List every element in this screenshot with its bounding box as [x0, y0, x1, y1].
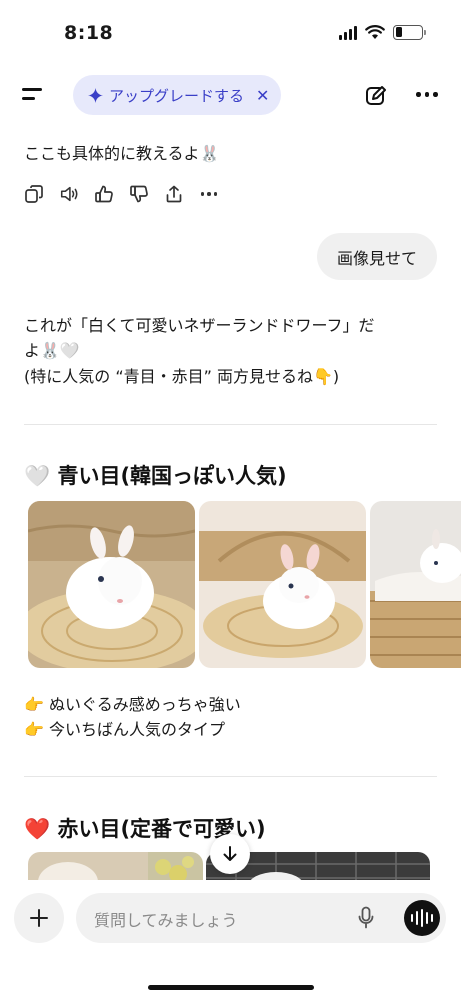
- divider: [24, 424, 437, 425]
- copy-icon[interactable]: [24, 184, 44, 204]
- thumbs-up-icon[interactable]: [94, 184, 114, 204]
- wifi-icon: [365, 24, 385, 39]
- share-icon[interactable]: [164, 184, 184, 204]
- rabbit-image[interactable]: [28, 501, 195, 668]
- more-actions-icon[interactable]: [199, 184, 219, 204]
- arrow-down-icon: [223, 846, 237, 861]
- rabbit-image[interactable]: [199, 501, 366, 668]
- assistant-message-line-3: (特に人気の “青目・赤目” 両方見せるね👇): [24, 367, 340, 386]
- sparkle-icon: [88, 87, 103, 103]
- home-indicator: [148, 985, 314, 990]
- thumbs-down-icon[interactable]: [129, 184, 149, 204]
- upgrade-button[interactable]: アップグレードする ✕: [73, 75, 281, 115]
- scroll-down-button[interactable]: [210, 834, 250, 874]
- rabbit-image[interactable]: [370, 501, 461, 668]
- top-nav: アップグレードする ✕: [0, 72, 461, 120]
- bullet-item: 👉 今いちばん人気のタイプ: [24, 720, 226, 739]
- message-actions: [24, 184, 219, 204]
- message-input[interactable]: 質問してみましょう: [76, 893, 446, 943]
- assistant-message-line-2: よ🐰🤍: [24, 341, 80, 360]
- section-title-blue-eyes: 🤍 青い目(韓国っぽい人気): [24, 464, 287, 488]
- voice-mode-button[interactable]: [404, 900, 440, 936]
- plus-icon: [30, 909, 48, 927]
- user-message-bubble: 画像見せて: [316, 233, 437, 280]
- more-options-icon[interactable]: [416, 92, 438, 97]
- status-time: 8:18: [64, 22, 114, 44]
- menu-icon[interactable]: [22, 85, 46, 105]
- status-bar: 8:18: [0, 0, 461, 64]
- divider: [24, 776, 437, 777]
- attach-button[interactable]: [14, 893, 64, 943]
- speaker-icon[interactable]: [59, 184, 79, 204]
- bullet-item: 👉 ぬいぐるみ感めっちゃ強い: [24, 695, 241, 714]
- upgrade-label: アップグレードする: [109, 86, 245, 105]
- assistant-message-line-1: これが「白くて可愛いネザーランドドワーフ」だ: [24, 316, 375, 335]
- status-icons: [339, 24, 426, 40]
- input-placeholder: 質問してみましょう: [94, 911, 238, 930]
- assistant-message-prev: ここも具体的に教えるよ🐰: [24, 144, 220, 163]
- battery-icon: [393, 24, 426, 40]
- close-icon[interactable]: ✕: [256, 86, 269, 105]
- microphone-icon[interactable]: [358, 906, 374, 930]
- cellular-signal-icon: [339, 24, 357, 40]
- new-chat-icon[interactable]: [364, 84, 388, 108]
